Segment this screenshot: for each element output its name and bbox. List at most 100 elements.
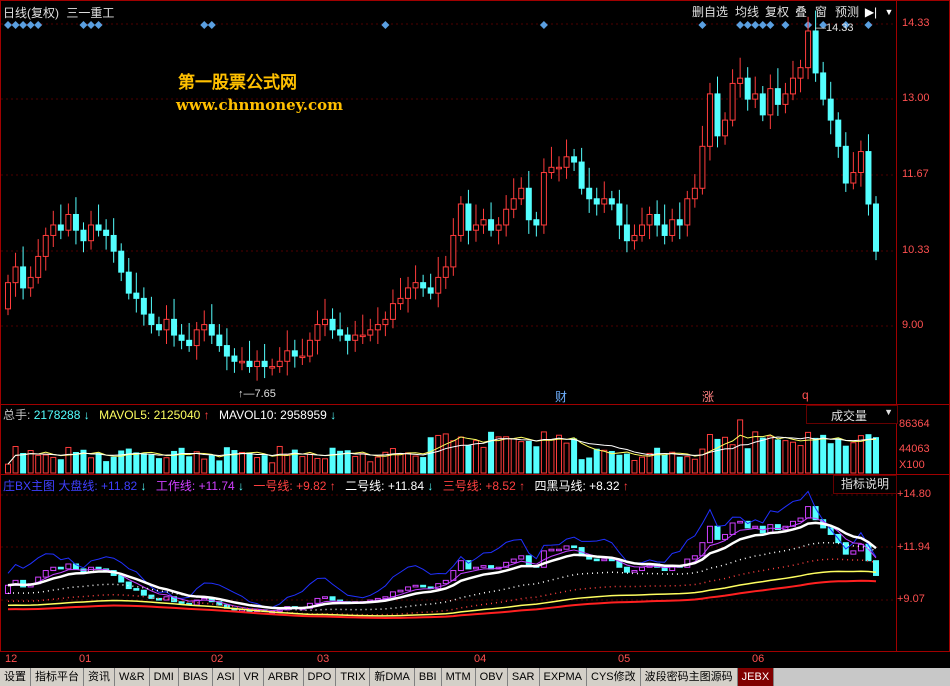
indicator-axis-label: +11.94 [897, 541, 931, 553]
price-candle [782, 82, 789, 114]
volume-bar [722, 436, 729, 474]
volume-bar [737, 419, 744, 474]
tab-vr[interactable]: VR [239, 668, 264, 686]
signal-diamond-icon [19, 21, 28, 29]
signal-diamond-icon [34, 21, 43, 29]
volume-bar [571, 438, 578, 474]
indicator-axis-label: +14.80 [897, 488, 931, 500]
signal-diamond-icon [381, 21, 390, 29]
tab-expma[interactable]: EXPMA [539, 668, 588, 686]
volume-bar [684, 456, 691, 474]
volume-bar [178, 447, 185, 474]
price-candle [261, 343, 268, 379]
tab-indicator-platform[interactable]: 指标平台 [31, 668, 84, 686]
volume-bar [563, 442, 570, 474]
tab-band-code[interactable]: 波段密码主图源码 [640, 668, 738, 686]
price-axis-label: 9.00 [902, 319, 924, 331]
indicator-candle [322, 596, 329, 599]
event-marker[interactable]: 财 [555, 388, 567, 405]
tab-dpo[interactable]: DPO [303, 668, 337, 686]
price-candle [284, 330, 291, 376]
tab-trix[interactable]: TRIX [336, 668, 371, 686]
signal-diamond-icon [781, 21, 790, 29]
price-candle [389, 289, 396, 329]
price-candle [88, 210, 95, 250]
tab-jebx[interactable]: JEBX [737, 668, 775, 686]
price-candle [571, 148, 578, 171]
price-candle [344, 327, 351, 355]
volume-bar [457, 436, 464, 474]
tab-dmi[interactable]: DMI [149, 668, 179, 686]
price-candle [654, 200, 661, 237]
price-candle [374, 307, 381, 344]
price-candle [163, 305, 170, 344]
price-candle [744, 67, 751, 111]
signal-diamond-icon [4, 21, 12, 29]
volume-bar [367, 461, 374, 474]
price-candle [155, 316, 162, 337]
indicator-candle [412, 584, 419, 588]
price-candle [525, 170, 532, 234]
price-candle [238, 347, 245, 371]
price-candle [503, 195, 510, 237]
price-candle [246, 340, 253, 373]
volume-bar [314, 457, 321, 474]
volume-bar [601, 449, 608, 474]
volume-bar [480, 446, 487, 474]
price-candle [563, 139, 570, 179]
tab-news[interactable]: 资讯 [84, 668, 115, 686]
price-candle [72, 197, 79, 245]
tab-mtm[interactable]: MTM [441, 668, 476, 686]
volume-bar [322, 458, 329, 474]
tab-arbr[interactable]: ARBR [263, 668, 304, 686]
price-candle [140, 287, 147, 326]
volume-bar [412, 455, 419, 474]
price-candle [608, 190, 615, 211]
indicator-candle [555, 548, 562, 552]
tab-obv[interactable]: OBV [475, 668, 508, 686]
tab-sar[interactable]: SAR [507, 668, 540, 686]
signal-diamond-icon [539, 21, 548, 29]
volume-bar [752, 431, 759, 474]
indicator-candle [563, 545, 570, 550]
volume-bar [616, 454, 623, 474]
volume-bar [774, 439, 781, 474]
event-marker[interactable]: q [802, 388, 809, 402]
volume-bar [533, 446, 540, 474]
volume-bar [50, 456, 57, 474]
volume-bar [397, 453, 404, 474]
price-candle [442, 255, 449, 289]
signal-diamond-icon [758, 21, 767, 29]
volume-bar [276, 445, 283, 474]
price-candle [412, 265, 419, 300]
volume-bar [57, 459, 64, 474]
tab-settings[interactable]: 设置 [0, 668, 31, 686]
tab-bias[interactable]: BIAS [178, 668, 213, 686]
price-candle [148, 296, 155, 334]
volume-bar [699, 448, 706, 474]
volume-bar [593, 448, 600, 474]
tab-bbi[interactable]: BBI [414, 668, 442, 686]
event-marker[interactable]: 涨 [702, 388, 714, 405]
time-axis-label: 06 [752, 653, 765, 665]
price-candle [314, 310, 321, 355]
volume-bar [759, 437, 766, 474]
indicator-candle [737, 520, 744, 524]
tab-asi[interactable]: ASI [212, 668, 240, 686]
volume-bar [540, 431, 547, 474]
tab-new-dma[interactable]: 新DMA [370, 668, 415, 686]
signal-diamond-icon [207, 21, 216, 29]
tab-cys[interactable]: CYS修改 [587, 668, 641, 686]
volume-bar [42, 454, 49, 474]
price-candle [193, 321, 200, 360]
volume-bar [435, 434, 442, 474]
price-candle [691, 174, 698, 208]
price-candle [616, 189, 623, 240]
price-candle [201, 310, 208, 342]
volume-chart [5, 419, 879, 474]
indicator-candle [480, 565, 487, 568]
price-candle [722, 112, 729, 145]
time-axis-label: 02 [211, 653, 224, 665]
signal-diamond-icon [94, 21, 103, 29]
tab-wr[interactable]: W&R [115, 668, 150, 686]
